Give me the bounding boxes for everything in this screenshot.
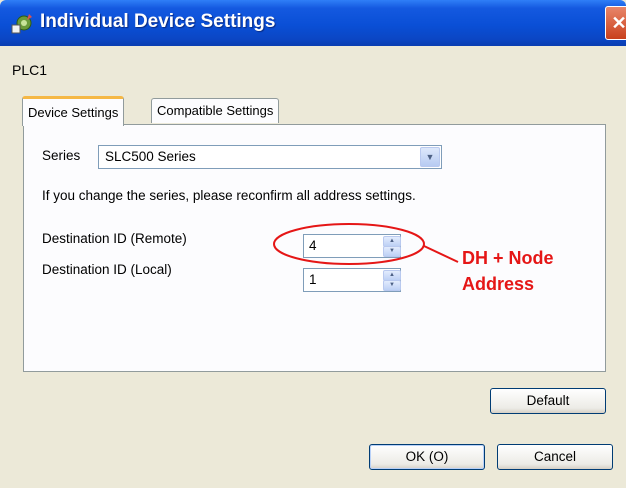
dialog-window: Individual Device Settings ✕ PLC1 Device…	[0, 0, 626, 488]
tab-device-settings[interactable]: Device Settings	[22, 96, 125, 126]
ok-button[interactable]: OK (O)	[369, 444, 485, 470]
annotation-text-line2: Address	[462, 274, 535, 294]
cancel-button[interactable]: Cancel	[497, 444, 613, 470]
annotation-highlight	[273, 223, 459, 265]
annotation-text-line1: DH + Node	[462, 248, 554, 268]
annotation-ellipse	[273, 223, 425, 265]
default-button[interactable]: Default	[490, 388, 606, 414]
annotation-pointer	[423, 245, 459, 263]
